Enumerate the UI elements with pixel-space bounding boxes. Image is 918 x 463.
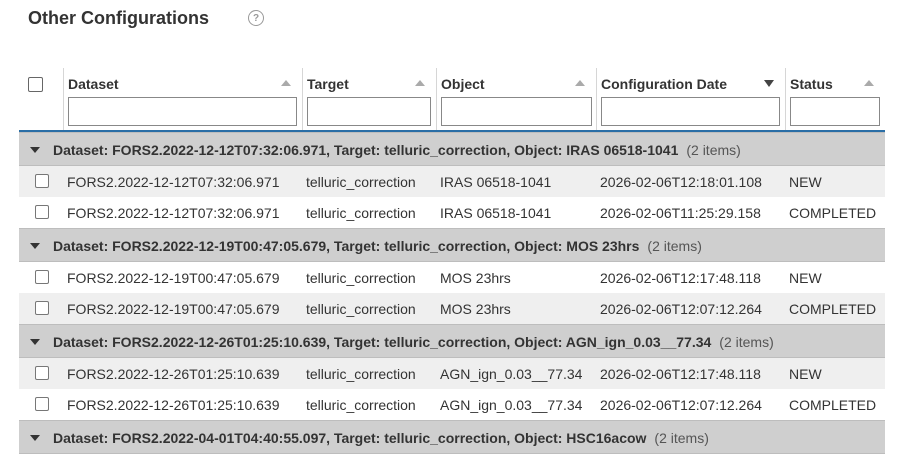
group-title: Dataset: FORS2.2022-12-26T01:25:10.639, … [53, 334, 712, 350]
cell-object: AGN_ign_0.03__77.34 [440, 397, 583, 413]
cell-object: MOS 23hrs [440, 270, 511, 286]
filter-object-input[interactable] [441, 97, 592, 126]
row-checkbox[interactable] [35, 205, 49, 219]
group-label: Dataset: FORS2.2022-04-01T04:40:55.097, … [53, 430, 709, 446]
cell-status: NEW [789, 270, 822, 286]
group-header[interactable]: Dataset: FORS2.2022-12-26T01:25:10.639, … [19, 324, 885, 358]
filter-status-input[interactable] [790, 97, 880, 126]
row-checkbox[interactable] [35, 174, 49, 188]
column-header-target[interactable]: Target [302, 68, 436, 130]
cell-status: COMPLETED [789, 301, 877, 317]
grid-header: Dataset Target Object Configuration Date… [19, 68, 885, 132]
group-header[interactable]: Dataset: FORS2.2022-04-01T04:40:55.097, … [19, 420, 885, 454]
sort-descending-icon[interactable] [764, 80, 774, 87]
column-label-configuration-date: Configuration Date [601, 76, 727, 92]
cell-date: 2026-02-06T11:25:29.158 [600, 205, 761, 221]
cell-dataset: FORS2.2022-12-12T07:32:06.971 [67, 174, 280, 190]
row-checkbox[interactable] [35, 270, 49, 284]
collapse-caret-icon[interactable] [30, 435, 40, 441]
table-row[interactable]: FORS2.2022-12-26T01:25:10.639 telluric_c… [19, 389, 885, 420]
cell-target: telluric_correction [306, 397, 416, 413]
cell-target: telluric_correction [306, 174, 416, 190]
cell-date: 2026-02-06T12:17:48.118 [600, 270, 761, 286]
sort-ascending-icon[interactable] [575, 80, 585, 86]
cell-target: telluric_correction [306, 205, 416, 221]
filter-dataset-input[interactable] [68, 97, 297, 126]
column-label-target: Target [307, 76, 349, 92]
group-header[interactable]: Dataset: FORS2.2022-12-12T07:32:06.971, … [19, 132, 885, 166]
cell-date: 2026-02-06T12:18:01.108 [600, 174, 762, 190]
group-title: Dataset: FORS2.2022-04-01T04:40:55.097, … [53, 430, 647, 446]
row-checkbox[interactable] [35, 366, 49, 380]
cell-target: telluric_correction [306, 301, 416, 317]
group-count: (2 items) [654, 430, 709, 446]
collapse-caret-icon[interactable] [30, 243, 40, 249]
filter-target-input[interactable] [307, 97, 431, 126]
cell-dataset: FORS2.2022-12-19T00:47:05.679 [67, 270, 280, 286]
table-row[interactable]: FORS2.2022-12-12T07:32:06.971 telluric_c… [19, 166, 885, 197]
cell-object: MOS 23hrs [440, 301, 511, 317]
page-title: Other Configurations [28, 7, 209, 28]
group-count: (2 items) [647, 238, 702, 254]
column-label-dataset: Dataset [68, 76, 119, 92]
cell-object: IRAS 06518-1041 [440, 174, 552, 190]
cell-status: COMPLETED [789, 205, 877, 221]
sort-ascending-icon[interactable] [415, 80, 425, 86]
column-header-status[interactable]: Status [785, 68, 885, 130]
cell-dataset: FORS2.2022-12-12T07:32:06.971 [67, 205, 280, 221]
collapse-caret-icon[interactable] [30, 339, 40, 345]
table-row[interactable]: FORS2.2022-12-19T00:47:05.679 telluric_c… [19, 293, 885, 324]
group-label: Dataset: FORS2.2022-12-26T01:25:10.639, … [53, 334, 774, 350]
configurations-grid: Dataset Target Object Configuration Date… [19, 68, 885, 454]
filter-configuration-date-input[interactable] [601, 97, 780, 126]
collapse-caret-icon[interactable] [30, 147, 40, 153]
cell-dataset: FORS2.2022-12-26T01:25:10.639 [67, 397, 280, 413]
row-checkbox[interactable] [35, 301, 49, 315]
cell-target: telluric_correction [306, 270, 416, 286]
table-row[interactable]: FORS2.2022-12-12T07:32:06.971 telluric_c… [19, 197, 885, 228]
sort-ascending-icon[interactable] [864, 80, 874, 86]
group-title: Dataset: FORS2.2022-12-12T07:32:06.971, … [53, 142, 679, 158]
group-label: Dataset: FORS2.2022-12-19T00:47:05.679, … [53, 238, 702, 254]
question-circle-icon[interactable]: ? [248, 10, 264, 26]
group-count: (2 items) [719, 334, 774, 350]
column-label-status: Status [790, 76, 833, 92]
cell-target: telluric_correction [306, 366, 416, 382]
column-header-configuration-date[interactable]: Configuration Date [596, 68, 785, 130]
group-header[interactable]: Dataset: FORS2.2022-12-19T00:47:05.679, … [19, 228, 885, 262]
cell-dataset: FORS2.2022-12-19T00:47:05.679 [67, 301, 280, 317]
cell-status: COMPLETED [789, 397, 877, 413]
group-title: Dataset: FORS2.2022-12-19T00:47:05.679, … [53, 238, 640, 254]
cell-date: 2026-02-06T12:07:12.264 [600, 397, 762, 413]
page-header: Other Configurations [28, 6, 209, 30]
column-header-object[interactable]: Object [436, 68, 596, 130]
table-row[interactable]: FORS2.2022-12-26T01:25:10.639 telluric_c… [19, 358, 885, 389]
cell-date: 2026-02-06T12:07:12.264 [600, 301, 762, 317]
group-count: (2 items) [686, 142, 741, 158]
cell-date: 2026-02-06T12:17:48.118 [600, 366, 761, 382]
cell-object: AGN_ign_0.03__77.34 [440, 366, 583, 382]
column-label-object: Object [441, 76, 485, 92]
row-checkbox[interactable] [35, 397, 49, 411]
cell-status: NEW [789, 174, 822, 190]
select-all-cell [19, 68, 63, 130]
table-row[interactable]: FORS2.2022-12-19T00:47:05.679 telluric_c… [19, 262, 885, 293]
cell-status: NEW [789, 366, 822, 382]
cell-dataset: FORS2.2022-12-26T01:25:10.639 [67, 366, 280, 382]
select-all-checkbox[interactable] [28, 77, 43, 92]
group-label: Dataset: FORS2.2022-12-12T07:32:06.971, … [53, 142, 741, 158]
column-header-dataset[interactable]: Dataset [63, 68, 302, 130]
cell-object: IRAS 06518-1041 [440, 205, 552, 221]
sort-ascending-icon[interactable] [281, 80, 291, 86]
